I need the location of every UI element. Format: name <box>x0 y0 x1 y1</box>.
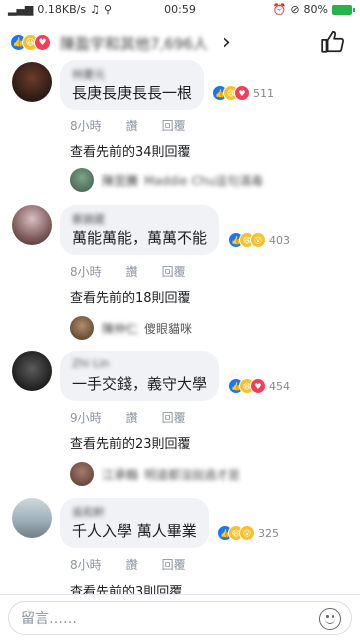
love-reaction-icon: ♥ <box>250 378 266 394</box>
network-speed: 0.18KB/s <box>37 3 87 16</box>
reply-author: 陳仲仁 <box>102 321 139 336</box>
reaction-chip[interactable]: 👍 😆 ♥ 511 <box>212 85 274 101</box>
silent-icon: ⊘ <box>290 3 300 16</box>
wow-reaction-icon: 😮 <box>239 525 255 541</box>
like-link[interactable]: 讚 <box>126 409 138 426</box>
reaction-count: 454 <box>269 379 290 393</box>
wow-reaction-icon: 😮 <box>250 232 266 248</box>
like-link[interactable]: 讚 <box>126 556 138 573</box>
signal-icon: ▂▄▆ <box>8 3 34 16</box>
avatar[interactable] <box>12 205 52 245</box>
comment-input-placeholder: 留言…… <box>21 611 77 627</box>
view-previous-replies[interactable]: 查看先前的23則回覆 <box>70 433 191 452</box>
avatar[interactable] <box>12 351 52 391</box>
like-link[interactable]: 讚 <box>126 263 138 280</box>
reply-text: 明道都沒說過才是 <box>144 467 241 482</box>
comment-text: 千人入學 萬人畢業 <box>72 522 197 540</box>
love-reaction-icon: ♥ <box>234 85 250 101</box>
comment-author[interactable]: 林慶元 <box>72 66 192 81</box>
comment-time: 8小時 <box>70 558 102 572</box>
comment-text: 萬能萬能，萬萬不能 <box>72 229 208 247</box>
comment-meta: 8小時 讚 回覆 <box>70 556 210 573</box>
reaction-chip[interactable]: 👍 😆 ♥ 454 <box>228 378 290 394</box>
avatar[interactable] <box>12 498 52 538</box>
comment-bubble[interactable]: 蔡錦葳 萬能萬能，萬萬不能 <box>60 205 220 255</box>
reply-link[interactable]: 回覆 <box>162 117 186 134</box>
chevron-right-icon[interactable]: › <box>222 30 231 55</box>
reply-preview[interactable]: 江承翰 明道都沒說過才是 <box>70 462 240 486</box>
usb-icon: ⚲ <box>103 3 113 16</box>
comment-text: 一手交錢，義守大學 <box>72 375 208 393</box>
reply-text: Maddie Chu這句滿毒 <box>144 173 264 188</box>
like-link[interactable]: 讚 <box>126 117 138 134</box>
comment-input[interactable]: 留言…… <box>8 601 352 635</box>
love-reaction-icon: ♥ <box>34 34 51 51</box>
comment-author[interactable]: 吳和軒 <box>72 504 197 519</box>
reactions-header[interactable]: 👍 😆 ♥ 陳盈宇和其他7,696人 › <box>0 20 360 64</box>
reply-avatar <box>70 168 94 192</box>
reply-preview[interactable]: 陳昱騰 Maddie Chu這句滿毒 <box>70 168 263 192</box>
comment-meta: 8小時 讚 回覆 <box>70 263 210 280</box>
comment-meta: 8小時 讚 回覆 <box>70 117 210 134</box>
comment-composer: 留言…… <box>0 594 360 640</box>
reply-avatar <box>70 316 94 340</box>
reply-text: 傻眼貓咪 <box>144 321 193 336</box>
comment-time: 9小時 <box>70 411 102 425</box>
reply-author: 陳昱騰 <box>102 173 139 188</box>
reaction-count: 403 <box>269 233 290 247</box>
reaction-count: 325 <box>258 526 279 540</box>
reactors-summary[interactable]: 陳盈宇和其他7,696人 <box>60 33 208 54</box>
status-bar: ▂▄▆ 0.18KB/s ♫ ⚲ 00:59 ⏰ ⊘ 80% <box>0 0 360 20</box>
reaction-icons: 👍 😆 ♥ <box>10 34 51 51</box>
reaction-chip[interactable]: 👍 😆 😮 403 <box>228 232 290 248</box>
reply-link[interactable]: 回覆 <box>162 409 186 426</box>
music-icon: ♫ <box>90 3 100 16</box>
reply-avatar <box>70 462 94 486</box>
comment-author[interactable]: 蔡錦葳 <box>72 211 207 226</box>
reply-link[interactable]: 回覆 <box>162 263 186 280</box>
avatar[interactable] <box>12 62 52 102</box>
smiley-icon[interactable] <box>319 608 341 630</box>
comment-author[interactable]: Zhi Lin <box>72 357 207 371</box>
comment-time: 8小時 <box>70 265 102 279</box>
status-right: ⏰ ⊘ 80% <box>272 3 355 16</box>
comment-meta: 9小時 讚 回覆 <box>70 409 210 426</box>
reaction-chip[interactable]: 👍 😆 😮 325 <box>217 525 279 541</box>
status-left: ▂▄▆ 0.18KB/s ♫ ⚲ <box>8 3 112 16</box>
comment-bubble[interactable]: Zhi Lin 一手交錢，義守大學 <box>60 351 220 401</box>
alarm-icon: ⏰ <box>272 3 287 16</box>
reply-preview[interactable]: 陳仲仁 傻眼貓咪 <box>70 316 192 340</box>
view-previous-replies[interactable]: 查看先前的34則回覆 <box>70 141 191 160</box>
battery-icon <box>332 4 355 15</box>
thumb-up-outline-icon[interactable] <box>320 29 346 55</box>
comment-time: 8小時 <box>70 119 102 133</box>
reaction-count: 511 <box>253 86 274 100</box>
comment-bubble[interactable]: 吳和軒 千人入學 萬人畢業 <box>60 498 209 548</box>
view-previous-replies[interactable]: 查看先前的18則回覆 <box>70 287 191 306</box>
reply-author: 江承翰 <box>102 467 139 482</box>
comment-text: 長庚長庚長長一根 <box>72 84 193 102</box>
battery-percent: 80% <box>303 3 328 16</box>
comment-bubble[interactable]: 林慶元 長庚長庚長長一根 <box>60 60 205 110</box>
reply-link[interactable]: 回覆 <box>162 556 186 573</box>
